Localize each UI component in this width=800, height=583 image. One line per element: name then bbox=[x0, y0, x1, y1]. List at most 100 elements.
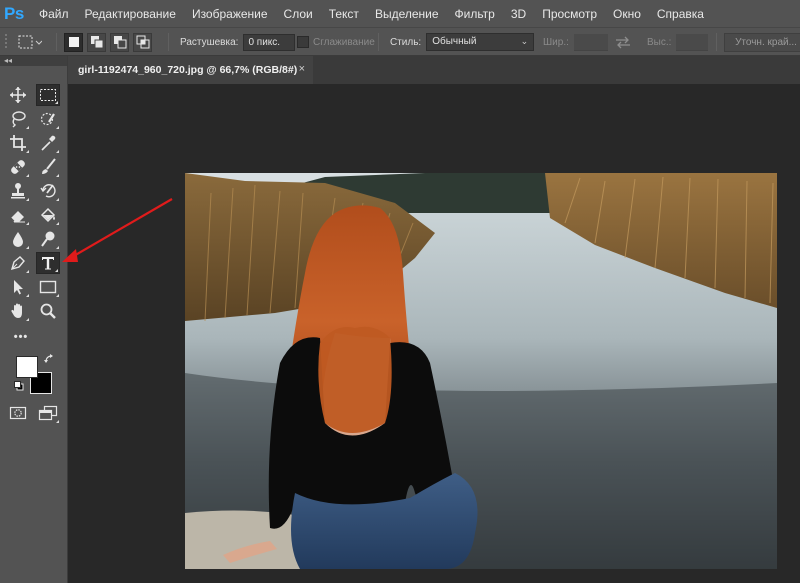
feather-input[interactable] bbox=[243, 33, 296, 51]
move-tool[interactable] bbox=[6, 84, 30, 106]
selection-mode-group bbox=[64, 28, 152, 56]
document-canvas-photo[interactable] bbox=[185, 173, 777, 569]
tools-panel-collapse[interactable]: ◂◂ bbox=[0, 56, 67, 66]
quick-selection-tool[interactable] bbox=[36, 108, 60, 130]
hand-tool[interactable] bbox=[6, 300, 30, 322]
tool-row bbox=[4, 228, 64, 250]
height-input[interactable] bbox=[676, 33, 709, 51]
tool-row bbox=[4, 180, 64, 202]
add-to-selection-button[interactable] bbox=[87, 32, 106, 52]
chevron-down-icon: ⌄ bbox=[520, 36, 529, 46]
brush-tool[interactable] bbox=[36, 156, 60, 178]
healing-brush-tool[interactable] bbox=[6, 156, 30, 178]
crop-icon bbox=[10, 135, 26, 151]
new-selection-button[interactable] bbox=[64, 32, 83, 52]
tool-row bbox=[4, 108, 64, 130]
rectangle-shape-icon bbox=[39, 280, 57, 294]
droplet-icon bbox=[13, 232, 23, 247]
menu-edit[interactable]: Редактирование bbox=[85, 7, 176, 21]
document-tab-bar: girl-1192474_960_720.jpg @ 66,7% (RGB/8#… bbox=[68, 56, 800, 84]
document-tab[interactable]: girl-1192474_960_720.jpg @ 66,7% (RGB/8#… bbox=[68, 56, 313, 84]
swap-dimensions-button[interactable] bbox=[614, 28, 632, 56]
hand-icon bbox=[11, 303, 22, 318]
menu-filter[interactable]: Фильтр bbox=[455, 7, 495, 21]
type-tool[interactable] bbox=[36, 252, 60, 274]
menu-help[interactable]: Справка bbox=[657, 7, 704, 21]
submenu-indicator bbox=[26, 126, 29, 129]
zoom-tool[interactable] bbox=[36, 300, 60, 322]
menu-select[interactable]: Выделение bbox=[375, 7, 439, 21]
tool-preset-picker[interactable] bbox=[16, 28, 42, 56]
menu-bar: Ps Файл Редактирование Изображение Слои … bbox=[0, 0, 800, 27]
tool-row: ••• bbox=[4, 326, 64, 348]
rect-marquee-preset-icon bbox=[18, 35, 42, 49]
height-label: Выс.: bbox=[647, 36, 672, 48]
tools-panel: ◂◂ ••• bbox=[0, 56, 68, 583]
edit-toolbar-button[interactable]: ••• bbox=[6, 326, 36, 348]
submenu-indicator bbox=[55, 269, 58, 272]
width-label: Шир.: bbox=[543, 36, 569, 48]
tool-row bbox=[4, 276, 64, 298]
default-colors-icon[interactable] bbox=[14, 381, 25, 392]
grip-icon bbox=[5, 34, 7, 48]
refine-edge-button[interactable]: Уточн. край... bbox=[724, 32, 800, 52]
intersect-selection-button[interactable] bbox=[133, 32, 152, 52]
path-selection-tool[interactable] bbox=[6, 276, 30, 298]
submenu-indicator bbox=[56, 246, 59, 249]
submenu-indicator bbox=[26, 198, 29, 201]
swap-arrows-icon bbox=[616, 36, 630, 49]
menu-window[interactable]: Окно bbox=[613, 7, 641, 21]
rect-marquee-tool[interactable] bbox=[36, 84, 60, 106]
menu-layers[interactable]: Слои bbox=[284, 7, 313, 21]
foreground-color-swatch[interactable] bbox=[16, 356, 38, 378]
submenu-indicator bbox=[56, 198, 59, 201]
menu-view[interactable]: Просмотр bbox=[542, 7, 597, 21]
menu-image[interactable]: Изображение bbox=[192, 7, 268, 21]
submenu-indicator bbox=[26, 270, 29, 273]
quick-mask-button[interactable] bbox=[6, 402, 30, 424]
eraser-tool[interactable] bbox=[6, 204, 30, 226]
refine-edge-wrap: Уточн. край... bbox=[724, 28, 800, 56]
paint-bucket-icon bbox=[40, 207, 56, 223]
submenu-indicator bbox=[26, 246, 29, 249]
dodge-tool[interactable] bbox=[36, 228, 60, 250]
photo-girl-by-frozen-lake bbox=[185, 173, 777, 569]
crop-tool[interactable] bbox=[6, 132, 30, 154]
blur-tool[interactable] bbox=[6, 228, 30, 250]
eyedropper-tool[interactable] bbox=[36, 132, 60, 154]
canvas-workspace[interactable] bbox=[68, 84, 800, 583]
pen-tool[interactable] bbox=[6, 252, 30, 274]
menu-type[interactable]: Текст bbox=[329, 7, 359, 21]
lasso-tool[interactable] bbox=[6, 108, 30, 130]
separator bbox=[56, 33, 57, 51]
width-input[interactable] bbox=[573, 33, 608, 51]
swap-colors-icon[interactable] bbox=[44, 354, 55, 365]
tool-row bbox=[4, 156, 64, 178]
menu-file[interactable]: Файл bbox=[39, 7, 69, 21]
color-swatches bbox=[14, 354, 56, 394]
clone-stamp-tool[interactable] bbox=[6, 180, 30, 202]
subtract-from-selection-button[interactable] bbox=[110, 32, 129, 52]
width-group: Шир.: bbox=[543, 28, 608, 56]
submenu-indicator bbox=[56, 150, 59, 153]
photoshop-logo: Ps bbox=[4, 3, 24, 23]
submenu-indicator bbox=[56, 420, 59, 423]
antialias-label: Сглаживание bbox=[313, 36, 375, 48]
screen-mode-button[interactable] bbox=[36, 402, 60, 424]
rect-marquee-icon bbox=[40, 89, 56, 101]
history-brush-tool[interactable] bbox=[36, 180, 60, 202]
submenu-indicator bbox=[26, 318, 29, 321]
rectangle-tool[interactable] bbox=[36, 276, 60, 298]
antialias-checkbox[interactable] bbox=[297, 36, 309, 48]
submenu-indicator bbox=[26, 150, 29, 153]
style-value: Обычный bbox=[432, 36, 477, 47]
feather-group: Растушевка: bbox=[180, 28, 296, 56]
paint-bucket-tool[interactable] bbox=[36, 204, 60, 226]
style-dropdown[interactable]: Обычный ⌄ bbox=[426, 33, 535, 51]
close-icon[interactable]: × bbox=[299, 63, 305, 75]
submenu-indicator bbox=[55, 101, 58, 104]
menu-3d[interactable]: 3D bbox=[511, 7, 526, 21]
subtract-selection-icon bbox=[113, 36, 126, 49]
eyedropper-icon bbox=[41, 135, 56, 151]
bandage-icon bbox=[11, 160, 25, 174]
